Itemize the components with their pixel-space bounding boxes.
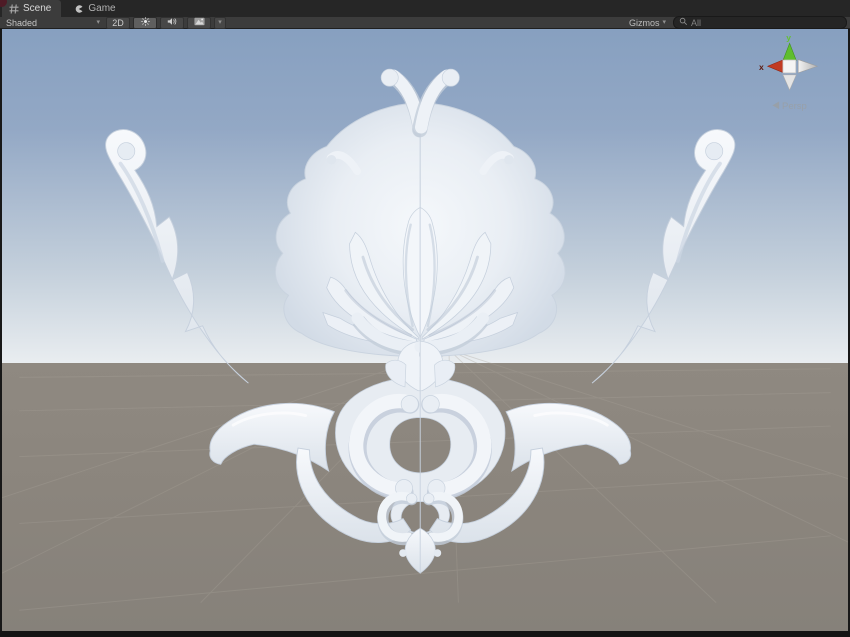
2d-toggle-label: 2D [112,18,124,28]
magnifier-icon [679,17,688,28]
view-tab-bar: Scene Game [0,0,850,17]
tab-scene-label: Scene [23,3,51,14]
gizmo-persp-toggle[interactable]: Persp [772,101,806,112]
gizmo-right-axis-cone[interactable] [798,60,817,73]
effects-toggle-button[interactable] [187,17,211,29]
gizmo-down-axis-cone[interactable] [783,75,796,90]
scene-render-overlay: y x Persp [0,29,850,637]
image-icon [194,17,205,28]
speaker-icon [167,17,177,28]
gizmo-x-axis-cone[interactable] [768,60,784,73]
effects-dropdown-button[interactable]: ▾ [214,17,226,29]
search-value: All [691,18,701,28]
chevron-down-icon: ▾ [96,19,100,26]
scene-view-toolbar: Shaded ▾ 2D [0,17,850,29]
gizmo-y-axis-cone[interactable] [783,43,796,60]
persp-label: Persp [782,101,807,112]
gizmos-dropdown[interactable]: Gizmos ▾ [625,18,670,28]
shading-mode-dropdown[interactable]: Shaded ▾ [3,17,103,28]
viewport-bottom-border [0,631,850,637]
gizmo-center-cube[interactable] [783,60,796,73]
persp-arrow-icon [772,102,779,110]
2d-toggle-button[interactable]: 2D [106,17,130,29]
audio-toggle-button[interactable] [160,17,184,29]
chevron-down-icon: ▾ [218,19,222,26]
gizmos-label: Gizmos [629,18,660,28]
scene-viewport-canvas[interactable]: y x Persp [0,29,850,637]
chevron-down-icon: ▾ [662,19,666,26]
gizmo-x-label: x [759,62,764,72]
unity-scene-view-window: Scene Game Shaded ▾ 2D [0,0,850,637]
tab-game-label: Game [88,3,115,14]
scene-grid-icon [9,4,19,14]
baroque-ornament-model[interactable] [106,69,735,573]
shading-mode-label: Shaded [6,18,37,28]
scene-orientation-gizmo: y x Persp [759,32,817,112]
tab-scene[interactable]: Scene [2,0,61,17]
sun-icon [141,17,150,28]
gizmo-y-label: y [786,32,791,42]
lighting-toggle-button[interactable] [133,17,157,29]
viewport-left-border [0,29,2,637]
tab-game[interactable]: Game [67,0,125,17]
game-pacman-icon [74,4,84,14]
scene-search-field[interactable]: All [673,16,847,29]
